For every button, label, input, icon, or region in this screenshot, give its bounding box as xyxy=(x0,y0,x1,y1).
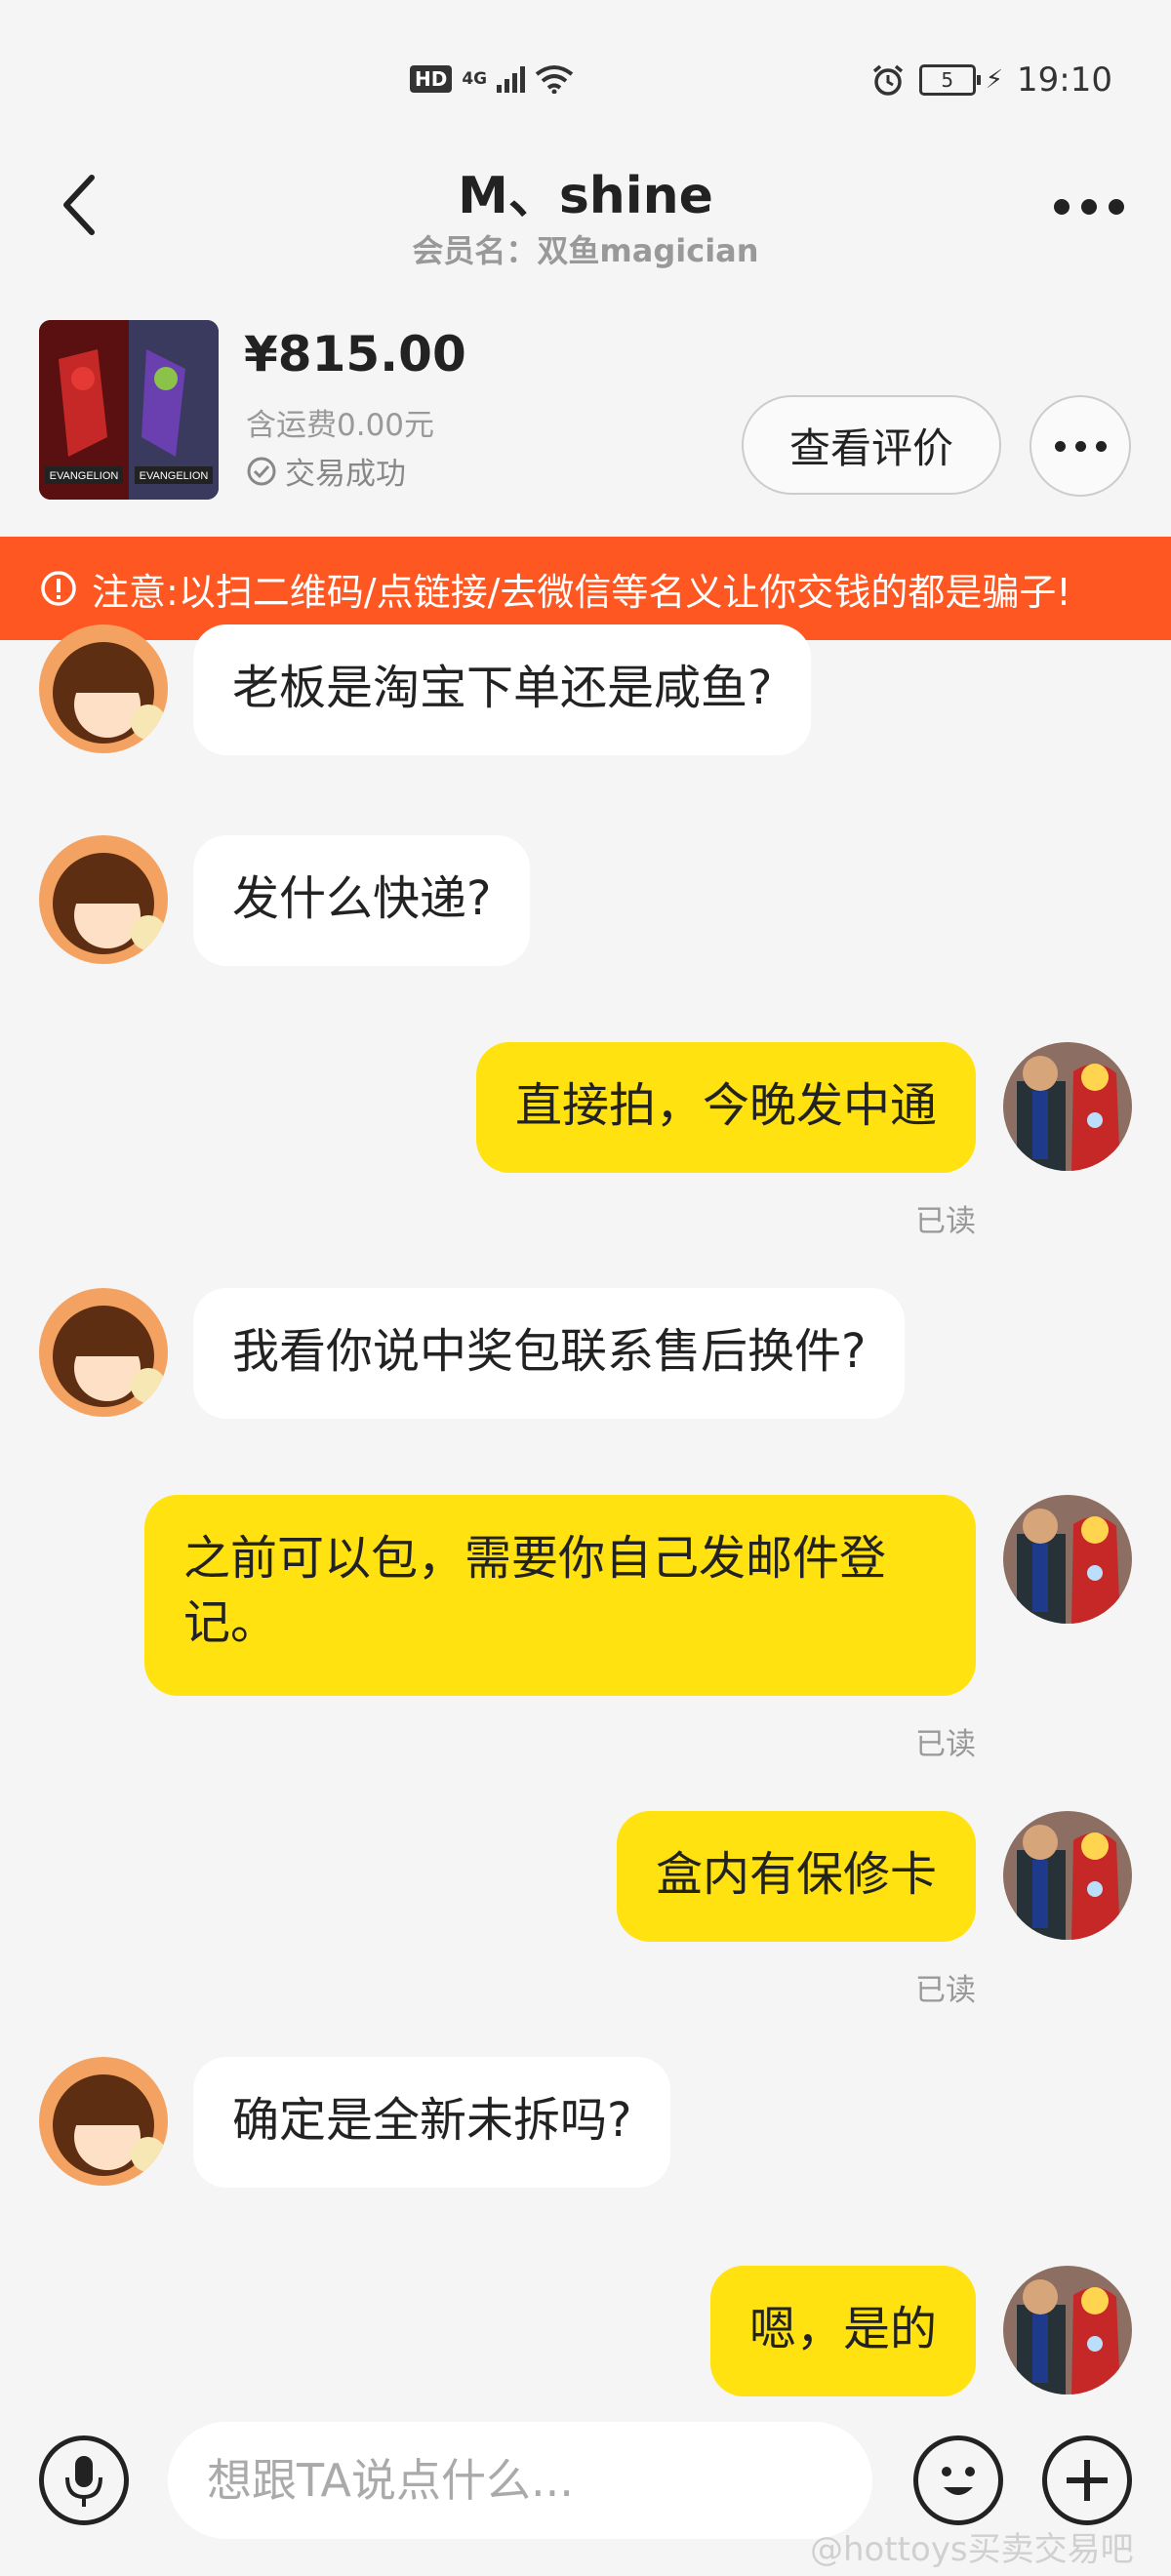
more-options-button[interactable] xyxy=(1054,195,1124,219)
clock: 19:10 xyxy=(1017,60,1112,100)
anime-girl-avatar-art xyxy=(39,1288,168,1417)
add-attachment-button[interactable] xyxy=(1042,2435,1132,2525)
check-circle-icon xyxy=(247,457,276,485)
card-more-button[interactable] xyxy=(1030,395,1131,497)
transaction-status-label: 交易成功 xyxy=(285,457,406,492)
transaction-status: 交易成功 xyxy=(246,449,406,493)
emoji-button[interactable] xyxy=(913,2435,1003,2525)
message-bubble-outgoing[interactable]: 盒内有保修卡 xyxy=(616,1811,976,1942)
battery-icon: 5 xyxy=(918,64,981,96)
signal-icon xyxy=(497,65,526,93)
product-card[interactable]: EVANGELION EVANGELION ¥815.00 含运费0.00元 交… xyxy=(0,302,1171,537)
warning-text: 注意:以扫二维码/点链接/去微信等名义让你交钱的都是骗子! xyxy=(92,570,1071,614)
dot-icon xyxy=(1095,440,1107,452)
iron-man-avatar-art xyxy=(1003,2266,1132,2395)
system-status: 5 ⚡ 19:10 xyxy=(870,60,1112,100)
message-bubble-outgoing[interactable]: 直接拍，今晚发中通 xyxy=(475,1042,976,1173)
product-thumbnail-art: EVANGELION EVANGELION xyxy=(39,320,219,500)
iron-man-avatar-art xyxy=(1003,1042,1132,1171)
thumb-label-left: EVANGELION xyxy=(50,470,119,482)
read-receipt: 已读 xyxy=(915,1204,976,1239)
view-review-button[interactable]: 查看评价 xyxy=(742,395,1001,495)
read-receipt: 已读 xyxy=(915,1973,976,2008)
dot-icon xyxy=(1054,199,1070,215)
thumb-label-right: EVANGELION xyxy=(140,470,209,482)
iron-man-avatar-art xyxy=(1003,1495,1132,1624)
product-image[interactable]: EVANGELION EVANGELION xyxy=(39,320,219,500)
shipping-info: 含运费0.00元 xyxy=(246,408,435,443)
wifi-icon xyxy=(535,65,574,94)
plus-icon xyxy=(1067,2460,1108,2501)
dot-icon xyxy=(1074,440,1086,452)
contact-avatar[interactable] xyxy=(39,2057,168,2186)
message-bubble-incoming[interactable]: 老板是淘宝下单还是咸鱼? xyxy=(193,624,812,755)
anime-girl-avatar-art xyxy=(39,835,168,964)
contact-avatar[interactable] xyxy=(39,1288,168,1417)
message-bubble-outgoing[interactable]: 之前可以包，需要你自己发邮件登记。 xyxy=(144,1495,976,1696)
dot-icon xyxy=(1054,440,1066,452)
my-avatar[interactable] xyxy=(1003,1042,1132,1171)
contact-avatar[interactable] xyxy=(39,835,168,964)
alarm-icon xyxy=(872,64,903,96)
dot-icon xyxy=(1109,199,1124,215)
charging-icon: ⚡ xyxy=(985,65,1004,95)
chat-header: M、shine 会员名：双鱼magician xyxy=(0,146,1171,273)
smiley-icon xyxy=(942,2467,975,2495)
anime-girl-avatar-art xyxy=(39,2057,168,2186)
dot-icon xyxy=(1081,199,1097,215)
chat-title: M、shine xyxy=(458,167,713,225)
network-type: 4G xyxy=(462,69,488,89)
iron-man-avatar-art xyxy=(1003,1811,1132,1940)
message-bubble-incoming[interactable]: 我看你说中奖包联系售后换件? xyxy=(193,1288,906,1419)
voice-input-button[interactable] xyxy=(39,2435,129,2525)
member-name: 会员名：双鱼magician xyxy=(412,232,759,269)
my-avatar[interactable] xyxy=(1003,1495,1132,1624)
contact-avatar[interactable] xyxy=(39,624,168,753)
watermark: @hottoys买卖交易吧 xyxy=(810,2530,1134,2569)
alert-icon xyxy=(41,571,76,606)
product-price: ¥815.00 xyxy=(244,326,466,382)
message-input[interactable] xyxy=(168,2422,872,2539)
microphone-icon xyxy=(65,2456,102,2507)
status-bar: HD 4G 5 ⚡ 19:10 xyxy=(0,0,1171,146)
hd-badge: HD xyxy=(410,65,453,93)
my-avatar[interactable] xyxy=(1003,2266,1132,2395)
anime-girl-avatar-art xyxy=(39,624,168,753)
message-bubble-incoming[interactable]: 确定是全新未拆吗? xyxy=(193,2057,671,2188)
message-bubble-outgoing[interactable]: 嗯，是的 xyxy=(709,2266,976,2396)
message-bubble-incoming[interactable]: 发什么快递? xyxy=(193,835,531,966)
read-receipt: 已读 xyxy=(915,1727,976,1762)
my-avatar[interactable] xyxy=(1003,1811,1132,1940)
network-status: HD 4G xyxy=(410,64,574,94)
input-bar: @hottoys买卖交易吧 xyxy=(0,2400,1171,2576)
